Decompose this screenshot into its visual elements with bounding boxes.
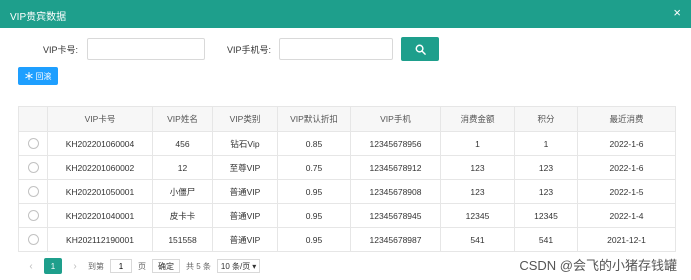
goto-page-input[interactable] [110, 259, 132, 273]
cell-phone: 12345678945 [350, 203, 441, 228]
header-select [18, 106, 48, 132]
cell-name: 456 [152, 131, 213, 156]
cell-name: 151558 [152, 227, 213, 252]
cell-card-no: KH202201060002 [47, 155, 153, 180]
cell-card-no: KH202201040001 [47, 203, 153, 228]
cell-amount: 123 [440, 155, 515, 180]
header-discount: VIP默认折扣 [277, 106, 351, 132]
vip-card-label: VIP卡号: [43, 45, 79, 55]
row-radio[interactable] [27, 186, 39, 198]
header-last-consume: 最近消费 [577, 106, 676, 132]
row-select-cell[interactable] [18, 131, 48, 156]
rollback-button[interactable]: 回滚 [18, 67, 58, 85]
cell-phone: 12345678908 [350, 179, 441, 204]
cell-points: 1 [514, 131, 578, 156]
watermark: CSDN @会飞的小猪存钱罐 [519, 258, 677, 273]
page-size-value: 10 条/页 [220, 261, 251, 271]
search-icon [415, 44, 426, 55]
header-points: 积分 [514, 106, 578, 132]
page-unit-label: 页 [138, 261, 146, 271]
cell-last-consume: 2021-12-1 [577, 227, 676, 252]
title-bar: VIP贵宾数据 × [0, 0, 691, 28]
vip-phone-label: VIP手机号: [227, 45, 272, 55]
cell-last-consume: 2022-1-4 [577, 203, 676, 228]
cell-category: 普通VIP [212, 203, 278, 228]
chevron-down-icon: ▾ [252, 261, 257, 271]
cell-category: 钻石Vip [212, 131, 278, 156]
vip-card-input[interactable] [87, 38, 205, 60]
table-row[interactable]: KH202112190001 151558 普通VIP 0.95 1234567… [18, 227, 676, 252]
cell-phone: 12345678912 [350, 155, 441, 180]
cell-last-consume: 2022-1-6 [577, 155, 676, 180]
rollback-label: 回滚 [35, 71, 52, 81]
cell-points: 123 [514, 155, 578, 180]
cell-category: 普通VIP [212, 227, 278, 252]
cell-amount: 1 [440, 131, 515, 156]
table-row[interactable]: KH202201040001 皮卡卡 普通VIP 0.95 1234567894… [18, 203, 676, 228]
cell-discount: 0.85 [277, 131, 351, 156]
goto-label: 到第 [88, 261, 104, 271]
cell-last-consume: 2022-1-6 [577, 131, 676, 156]
row-select-cell[interactable] [18, 203, 48, 228]
cell-discount: 0.95 [277, 179, 351, 204]
table-row[interactable]: KH202201060004 456 钻石Vip 0.85 1234567895… [18, 131, 676, 156]
cell-points: 12345 [514, 203, 578, 228]
next-page-icon[interactable]: › [68, 261, 82, 272]
row-radio[interactable] [27, 234, 39, 246]
cell-category: 至尊VIP [212, 155, 278, 180]
header-category: VIP类别 [212, 106, 278, 132]
vip-phone-input[interactable] [279, 38, 393, 60]
row-select-cell[interactable] [18, 227, 48, 252]
header-name: VIP姓名 [152, 106, 213, 132]
search-button[interactable] [401, 37, 439, 61]
cell-card-no: KH202112190001 [47, 227, 153, 252]
cell-name: 皮卡卡 [152, 203, 213, 228]
cell-phone: 12345678987 [350, 227, 441, 252]
pagination: ‹ 1 › 到第 页 确定 共 5 条 10 条/页 ▾ [24, 258, 261, 274]
cell-discount: 0.75 [277, 155, 351, 180]
header-amount: 消费金额 [440, 106, 515, 132]
cell-points: 123 [514, 179, 578, 204]
row-select-cell[interactable] [18, 179, 48, 204]
table-row[interactable]: KH202201060002 12 至尊VIP 0.75 12345678912… [18, 155, 676, 180]
cell-amount: 12345 [440, 203, 515, 228]
header-phone: VIP手机 [350, 106, 441, 132]
cell-amount: 541 [440, 227, 515, 252]
row-select-cell[interactable] [18, 155, 48, 180]
cell-amount: 123 [440, 179, 515, 204]
window-title: VIP贵宾数据 [10, 12, 67, 23]
close-icon[interactable]: × [673, 6, 681, 20]
snowflake-icon [24, 72, 33, 80]
cell-phone: 12345678956 [350, 131, 441, 156]
cell-category: 普通VIP [212, 179, 278, 204]
goto-confirm-button[interactable]: 确定 [152, 259, 180, 273]
row-radio[interactable] [27, 162, 39, 174]
cell-name: 12 [152, 155, 213, 180]
cell-points: 541 [514, 227, 578, 252]
vip-table: VIP卡号 VIP姓名 VIP类别 VIP默认折扣 VIP手机 消费金额 积分 … [18, 106, 676, 252]
total-count: 共 5 条 [186, 261, 211, 271]
cell-card-no: KH202201060004 [47, 131, 153, 156]
cell-discount: 0.95 [277, 203, 351, 228]
cell-card-no: KH202201050001 [47, 179, 153, 204]
cell-name: 小僵尸 [152, 179, 213, 204]
page-number-current[interactable]: 1 [44, 258, 62, 274]
header-card-no: VIP卡号 [47, 106, 153, 132]
prev-page-icon[interactable]: ‹ [24, 261, 38, 272]
table-row[interactable]: KH202201050001 小僵尸 普通VIP 0.95 1234567890… [18, 179, 676, 204]
cell-discount: 0.95 [277, 227, 351, 252]
page-size-select[interactable]: 10 条/页 ▾ [216, 259, 261, 273]
row-radio[interactable] [27, 138, 39, 150]
cell-last-consume: 2022-1-5 [577, 179, 676, 204]
table-header-row: VIP卡号 VIP姓名 VIP类别 VIP默认折扣 VIP手机 消费金额 积分 … [18, 106, 676, 132]
row-radio[interactable] [27, 210, 39, 222]
